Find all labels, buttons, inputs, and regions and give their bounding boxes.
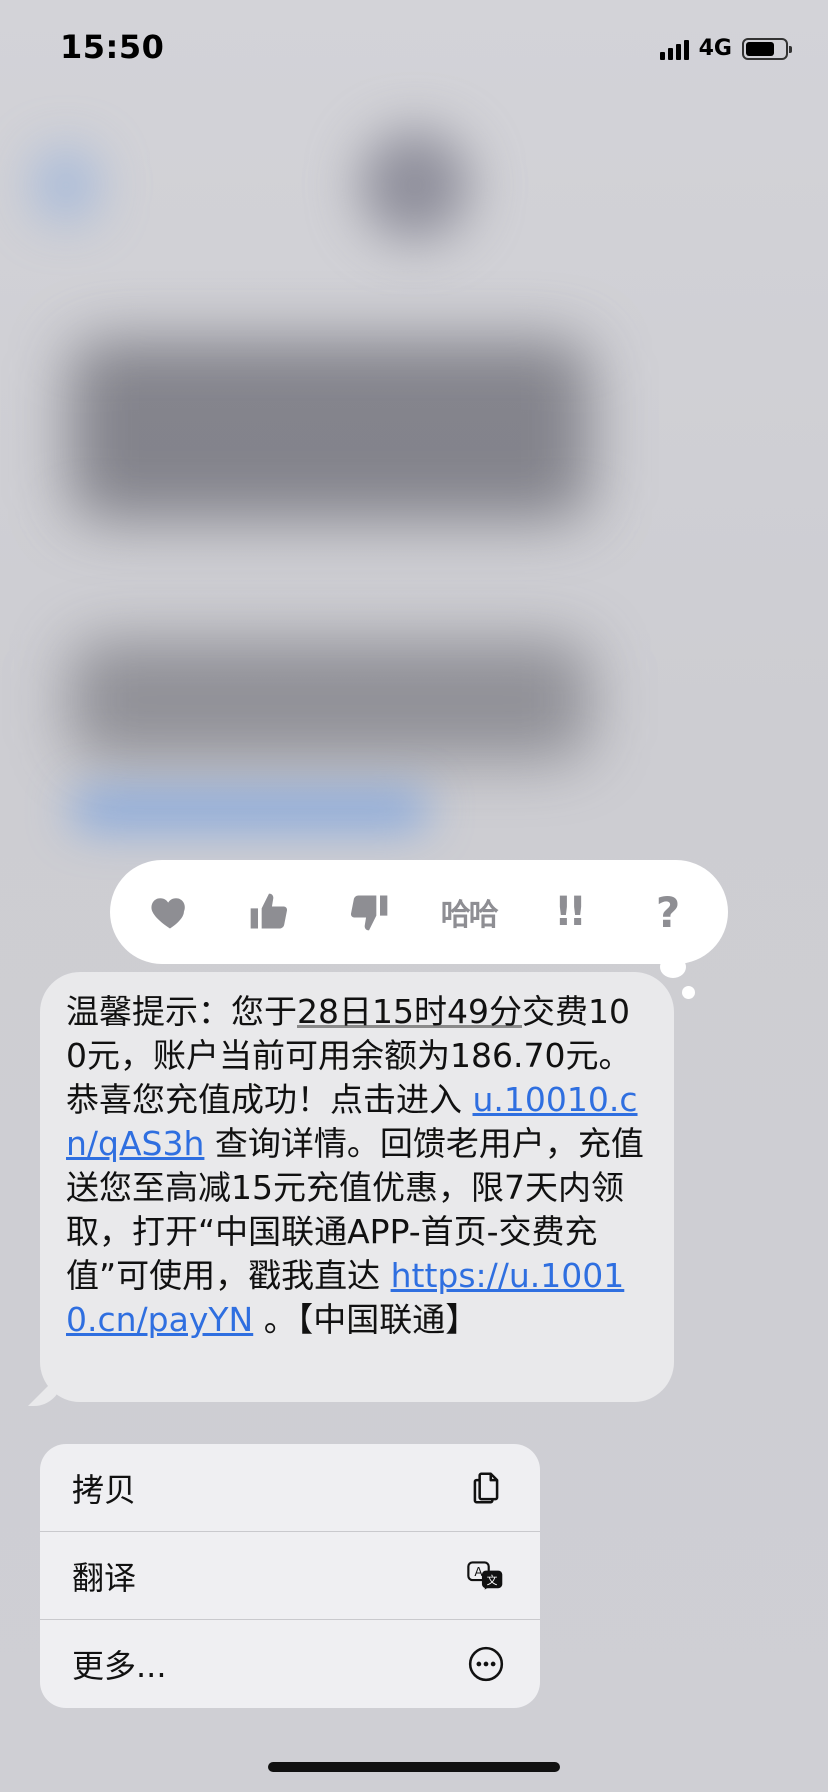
blurred-contact-avatar	[360, 130, 470, 240]
message-bubble[interactable]: 温馨提示：您于28日15时49分交费100元，账户当前可用余额为186.70元。…	[28, 972, 674, 1406]
blurred-message	[70, 340, 590, 520]
thumbs-up-icon[interactable]	[234, 877, 304, 947]
thumbs-down-icon[interactable]	[334, 877, 404, 947]
message-text: 温馨提示：您于28日15时49分交费100元，账户当前可用余额为186.70元。…	[66, 992, 644, 1339]
home-indicator[interactable]	[268, 1762, 560, 1772]
context-menu: 拷贝 翻译 A文 更多...	[40, 1444, 540, 1708]
cellular-signal-icon	[659, 38, 689, 60]
heart-icon[interactable]	[135, 877, 205, 947]
menu-item-label: 更多...	[72, 1647, 167, 1685]
status-time: 15:50	[60, 28, 165, 66]
menu-item-copy[interactable]: 拷贝	[40, 1444, 540, 1532]
tapback-bar: 哈哈 !! ?	[110, 860, 728, 964]
menu-item-more[interactable]: 更多...	[40, 1620, 540, 1708]
status-bar: 15:50 4G	[0, 0, 828, 100]
copy-icon	[466, 1468, 506, 1508]
haha-icon[interactable]: 哈哈	[434, 877, 504, 947]
status-indicators: 4G	[659, 36, 792, 61]
blurred-back-button	[36, 150, 96, 220]
question-icon[interactable]: ?	[633, 877, 703, 947]
menu-item-label: 翻译	[72, 1558, 137, 1597]
exclamation-icon[interactable]: !!	[533, 877, 603, 947]
date-detected-link[interactable]: 28日15时49分	[297, 992, 522, 1031]
menu-item-translate[interactable]: 翻译 A文	[40, 1532, 540, 1620]
translate-icon: A文	[466, 1556, 506, 1596]
svg-text:文: 文	[487, 1573, 498, 1587]
blurred-message	[70, 640, 590, 760]
network-type: 4G	[698, 36, 732, 61]
tapback-bubble-dot	[682, 986, 695, 999]
blurred-link	[70, 790, 430, 830]
battery-level	[746, 41, 774, 56]
menu-item-label: 拷贝	[72, 1470, 137, 1509]
battery-icon	[742, 37, 792, 60]
more-icon	[466, 1644, 506, 1684]
